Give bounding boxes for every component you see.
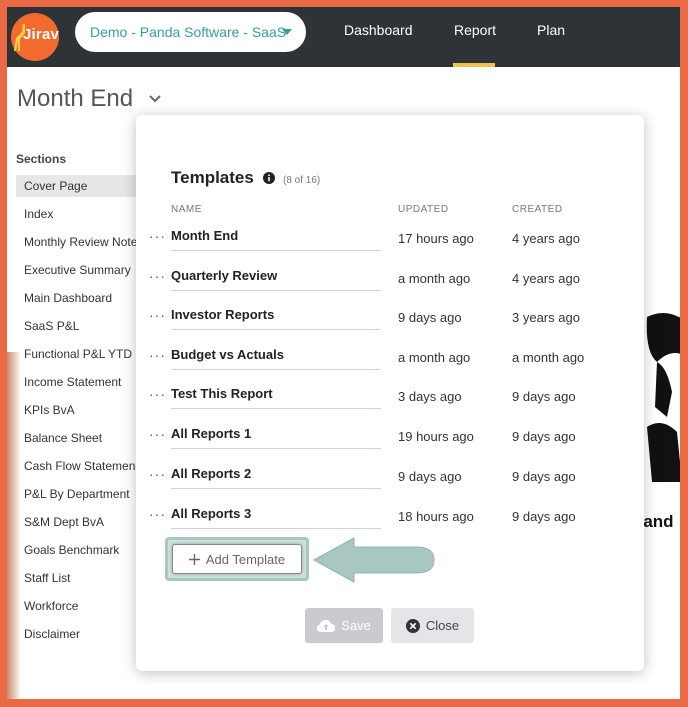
template-updated: 19 hours ago [398,429,474,444]
row-menu-icon[interactable]: ··· [149,347,166,363]
row-divider [171,329,381,330]
table-row[interactable]: ··· Budget vs Actuals a month ago a mont… [136,343,644,383]
table-row[interactable]: ··· All Reports 2 9 days ago 9 days ago [136,462,644,502]
table-row[interactable]: ··· Month End 17 hours ago 4 years ago [136,224,644,264]
templates-modal: Templates (8 of 16) NAME UPDATED CREATED… [136,115,644,671]
template-name[interactable]: Month End [171,228,238,243]
pointer-arrow-icon [312,537,435,583]
row-menu-icon[interactable]: ··· [149,386,166,402]
add-template-highlight: Add Template [165,537,309,581]
section-item[interactable]: Staff List [16,567,156,595]
column-header-created: CREATED [512,204,563,215]
table-row[interactable]: ··· Investor Reports 9 days ago 3 years … [136,303,644,343]
template-name[interactable]: All Reports 1 [171,426,251,441]
template-updated: a month ago [398,271,471,286]
sections-list: Cover Page Index Monthly Review Note Exe… [16,175,156,651]
info-icon[interactable] [263,172,275,184]
row-menu-icon[interactable]: ··· [149,228,166,244]
modal-title: Templates [171,168,254,187]
report-title: Month End [17,85,134,112]
add-template-button[interactable]: Add Template [172,544,302,574]
section-item[interactable]: SaaS P&L [16,315,156,343]
template-name[interactable]: Test This Report [171,386,273,401]
company-selector-value: Demo - Panda Software - SaaS [90,24,287,40]
row-divider [171,290,381,291]
section-item[interactable]: Monthly Review Note [16,231,156,259]
caret-down-icon [282,29,292,35]
section-item[interactable]: P&L By Department [16,483,156,511]
nav-dashboard[interactable]: Dashboard [344,22,413,38]
column-header-updated: UPDATED [398,204,449,215]
template-updated: 9 days ago [398,310,462,325]
template-updated: 17 hours ago [398,231,474,246]
top-navigation-bar: Jirav Demo - Panda Software - SaaS Dashb… [7,7,680,67]
template-created: 4 years ago [512,271,580,286]
template-created: 3 years ago [512,310,580,325]
app-window: Jirav Demo - Panda Software - SaaS Dashb… [7,7,680,699]
row-menu-icon[interactable]: ··· [149,426,166,442]
row-menu-icon[interactable]: ··· [149,268,166,284]
close-button[interactable]: Close [391,608,474,643]
save-button-label: Save [341,618,371,633]
row-menu-icon[interactable]: ··· [149,506,166,522]
section-item[interactable]: Cover Page [16,175,156,197]
row-divider [171,369,381,370]
plus-icon [188,553,200,565]
template-name[interactable]: Investor Reports [171,307,274,322]
jirav-logo[interactable]: Jirav [11,13,59,61]
section-item[interactable]: Workforce [16,595,156,623]
row-divider [171,488,381,489]
row-divider [171,528,381,529]
active-nav-indicator [453,63,495,67]
template-created: 9 days ago [512,389,576,404]
section-item[interactable]: Index [16,203,156,231]
row-divider [171,250,381,251]
table-row[interactable]: ··· All Reports 1 19 hours ago 9 days ag… [136,422,644,462]
template-updated: 9 days ago [398,469,462,484]
add-template-label: Add Template [205,551,286,567]
section-item[interactable]: Executive Summary [16,259,156,287]
left-edge-shade [7,352,21,699]
row-menu-icon[interactable]: ··· [149,307,166,323]
section-item[interactable]: Goals Benchmark [16,539,156,567]
template-updated: 18 hours ago [398,509,474,524]
column-header-name: NAME [171,204,202,215]
logo-text: Jirav [23,26,60,43]
sections-heading: Sections [16,152,67,166]
nav-plan[interactable]: Plan [537,22,565,38]
chevron-down-icon[interactable] [149,95,161,103]
template-name[interactable]: All Reports 2 [171,466,251,481]
table-row[interactable]: ··· Quarterly Review a month ago 4 years… [136,264,644,304]
template-created: 4 years ago [512,231,580,246]
section-item[interactable]: Functional P&L YTD [16,343,156,371]
section-item[interactable]: Disclaimer [16,623,156,651]
template-name[interactable]: Budget vs Actuals [171,347,284,362]
template-created: 9 days ago [512,509,576,524]
section-item[interactable]: Cash Flow Statemen [16,455,156,483]
section-item[interactable]: Income Statement [16,371,156,399]
section-item[interactable]: Main Dashboard [16,287,156,315]
template-created: a month ago [512,350,585,365]
company-selector[interactable]: Demo - Panda Software - SaaS [75,12,306,52]
row-divider [171,408,381,409]
template-created: 9 days ago [512,469,576,484]
row-menu-icon[interactable]: ··· [149,466,166,482]
template-name[interactable]: Quarterly Review [171,268,277,283]
section-item[interactable]: S&M Dept BvA [16,511,156,539]
section-item[interactable]: Balance Sheet [16,427,156,455]
row-divider [171,448,381,449]
section-item[interactable]: KPIs BvA [16,399,156,427]
nav-report[interactable]: Report [454,22,496,38]
template-updated: 3 days ago [398,389,462,404]
table-row[interactable]: ··· Test This Report 3 days ago 9 days a… [136,382,644,422]
template-count: (8 of 16) [283,175,321,186]
template-created: 9 days ago [512,429,576,444]
template-updated: a month ago [398,350,471,365]
close-button-label: Close [425,618,460,633]
save-button[interactable]: Save [305,608,383,643]
close-circle-icon [405,618,420,633]
cloud-upload-icon [317,619,336,632]
template-name[interactable]: All Reports 3 [171,506,251,521]
